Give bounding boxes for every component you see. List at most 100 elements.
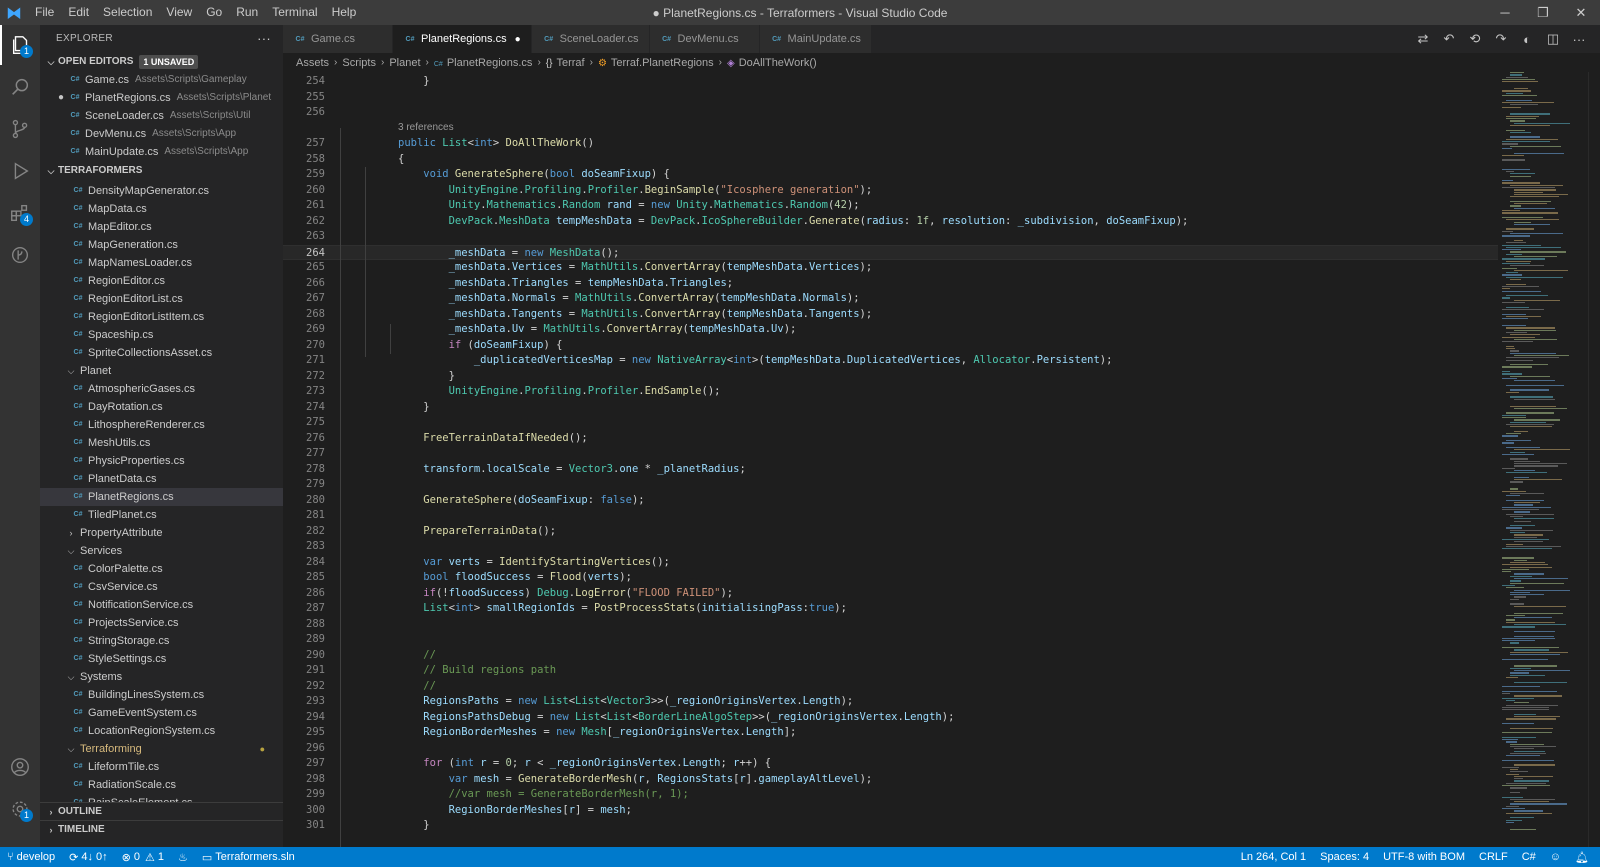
file-tree-item[interactable]: C# PlanetRegions.cs [40, 488, 283, 506]
file-tree-item[interactable]: C# MapData.cs [40, 200, 283, 218]
project-header[interactable]: ⌵ TERRAFORMERS [40, 162, 287, 180]
open-editor-item[interactable]: C# SceneLoader.cs Assets\Scripts\Util [40, 107, 283, 125]
menu-go[interactable]: Go [199, 0, 229, 25]
breadcrumb-item[interactable]: Planet [389, 57, 420, 69]
outline-header[interactable]: › OUTLINE [40, 802, 283, 820]
file-tree-item[interactable]: C# MapNamesLoader.cs [40, 254, 283, 272]
file-tree-item[interactable]: C# SpriteCollectionsAsset.cs [40, 344, 283, 362]
breadcrumb-item[interactable]: C# PlanetRegions.cs [434, 57, 533, 69]
open-editor-item[interactable]: C# Game.cs Assets\Scripts\Gameplay [40, 71, 283, 89]
run-debug-icon[interactable] [0, 151, 40, 191]
search-icon[interactable] [0, 67, 40, 107]
menu-selection[interactable]: Selection [96, 0, 159, 25]
restore-icon[interactable]: ❐ [1524, 0, 1562, 25]
menu-run[interactable]: Run [229, 0, 265, 25]
folder-tree-item[interactable]: ⌵ Planet [40, 362, 283, 380]
file-tree-item[interactable]: C# ProjectsService.cs [40, 614, 283, 632]
file-tree-item[interactable]: C# ColorPalette.cs [40, 560, 283, 578]
file-tree-item[interactable]: C# RegionEditorList.cs [40, 290, 283, 308]
file-tree-item[interactable]: C# NotificationService.cs [40, 596, 283, 614]
file-tree-item[interactable]: C# LifeformTile.cs [40, 758, 283, 776]
file-tree-item[interactable]: C# GameEventSystem.cs [40, 704, 283, 722]
folder-tree-item[interactable]: ⌵ Terraforming ● [40, 740, 283, 758]
breadcrumb-item[interactable]: ◈ DoAllTheWork() [727, 57, 817, 69]
source-control-icon[interactable] [0, 109, 40, 149]
file-tree-item[interactable]: C# DayRotation.cs [40, 398, 283, 416]
tab-sceneloader[interactable]: C# SceneLoader.cs [531, 25, 650, 53]
breadcrumb-item[interactable]: Assets [296, 57, 329, 69]
file-tree-item[interactable]: C# MapGeneration.cs [40, 236, 283, 254]
file-tree-item[interactable]: C# RegionEditor.cs [40, 272, 283, 290]
timeline-header[interactable]: › TIMELINE [40, 820, 283, 838]
language-mode[interactable]: C# [1515, 851, 1543, 863]
go-forward-icon[interactable]: ↷ [1488, 31, 1514, 47]
file-tree-item[interactable]: C# LocationRegionSystem.cs [40, 722, 283, 740]
open-editor-item[interactable]: C# DevMenu.cs Assets\Scripts\App [40, 125, 283, 143]
indentation[interactable]: Spaces: 4 [1313, 851, 1376, 863]
file-tree-item[interactable]: C# PhysicProperties.cs [40, 452, 283, 470]
file-tree-item[interactable]: C# LithosphereRenderer.cs [40, 416, 283, 434]
file-tree-item[interactable]: C# Spaceship.cs [40, 326, 283, 344]
menu-terminal[interactable]: Terminal [265, 0, 324, 25]
git-graph-icon[interactable] [0, 235, 40, 275]
unsaved-dot-icon[interactable]: ● [515, 34, 521, 45]
open-editor-item[interactable]: ● C# PlanetRegions.cs Assets\Scripts\Planet [40, 89, 283, 107]
folder-tree-item[interactable]: ⌵ Systems [40, 668, 283, 686]
breadcrumb-item[interactable]: ⚙ Terraf.PlanetRegions [598, 57, 714, 69]
file-tree-item[interactable]: C# StringStorage.cs [40, 632, 283, 650]
encoding[interactable]: UTF-8 with BOM [1376, 851, 1472, 863]
codelens-references[interactable]: 3 references [398, 122, 454, 133]
folder-tree-item[interactable]: ⌵ Services [40, 542, 283, 560]
notifications-bell-icon[interactable]: 🔔︎ [1568, 851, 1596, 864]
tab-planetregions[interactable]: C# PlanetRegions.cs ● [393, 25, 532, 53]
revert-icon[interactable]: ⟲ [1462, 31, 1488, 47]
minimap[interactable] [1498, 72, 1588, 847]
open-editor-item[interactable]: C# MainUpdate.cs Assets\Scripts\App [40, 143, 283, 161]
menu-edit[interactable]: Edit [61, 0, 96, 25]
tab-devmenu[interactable]: C# DevMenu.cs [649, 25, 760, 53]
minimize-icon[interactable]: ─ [1486, 0, 1524, 25]
file-tree-item[interactable]: C# MapEditor.cs [40, 218, 283, 236]
settings-gear-icon[interactable]: 1 [0, 789, 40, 829]
file-tree-item[interactable]: C# BuildingLinesSystem.cs [40, 686, 283, 704]
split-editor-icon[interactable]: ◫ [1540, 31, 1566, 47]
sync-status[interactable]: ⟳ 4↓ 0↑ [62, 851, 115, 864]
unsaved-dot-icon[interactable]: ● [54, 89, 68, 107]
folder-tree-item[interactable]: › PropertyAttribute [40, 524, 283, 542]
file-tree-item[interactable]: C# RegionEditorListItem.cs [40, 308, 283, 326]
menu-file[interactable]: File [28, 0, 61, 25]
file-tree-item[interactable]: C# RadiationScale.cs [40, 776, 283, 794]
code-editor[interactable]: 254 } 255 256 3 references 257 public List<in… [283, 72, 1498, 847]
menu-view[interactable]: View [159, 0, 199, 25]
file-tree-item[interactable]: C# DensityMapGenerator.cs [40, 182, 283, 200]
branch-status[interactable]: ⑂ develop [0, 851, 62, 863]
tab-game[interactable]: C# Game.cs [283, 25, 393, 53]
solution-status[interactable]: ▭ Terraformers.sln [195, 851, 302, 864]
file-tree-item[interactable]: C# MeshUtils.cs [40, 434, 283, 452]
file-tree-item[interactable]: C# PlanetData.cs [40, 470, 283, 488]
open-changes-icon[interactable]: ⇄ [1410, 31, 1436, 47]
feedback-icon[interactable]: ☺ [1543, 851, 1568, 863]
file-tree-item[interactable]: C# StyleSettings.cs [40, 650, 283, 668]
end-of-line[interactable]: CRLF [1472, 851, 1515, 863]
file-tree-item[interactable]: C# CsvService.cs [40, 578, 283, 596]
flame-status[interactable]: ♨ [171, 851, 195, 864]
extensions-icon[interactable]: 4 [0, 193, 40, 233]
breadcrumb-item[interactable]: {} Terraf [546, 57, 585, 69]
git-lens-icon[interactable]: ◐ [1514, 32, 1540, 47]
more-actions-icon[interactable]: ··· [1566, 32, 1592, 47]
close-icon[interactable]: ✕ [1562, 0, 1600, 25]
cursor-position[interactable]: Ln 264, Col 1 [1234, 851, 1313, 863]
vertical-scrollbar[interactable] [1588, 72, 1600, 847]
file-tree-item[interactable]: C# TiledPlanet.cs [40, 506, 283, 524]
tab-mainupdate[interactable]: C# MainUpdate.cs [759, 25, 872, 53]
go-back-icon[interactable]: ↶ [1436, 31, 1462, 47]
explorer-icon[interactable]: 1 [0, 25, 40, 65]
open-editors-header[interactable]: ⌵ OPEN EDITORS 1 UNSAVED [40, 53, 283, 71]
breadcrumb-item[interactable]: Scripts [342, 57, 376, 69]
menu-help[interactable]: Help [325, 0, 364, 25]
problems-status[interactable]: ⊗ 0 ⚠ 1 [115, 851, 171, 864]
file-tree-item[interactable]: C#RainScaleElement.cs [40, 794, 283, 802]
account-icon[interactable] [0, 747, 40, 787]
more-actions-icon[interactable]: ··· [257, 25, 271, 53]
